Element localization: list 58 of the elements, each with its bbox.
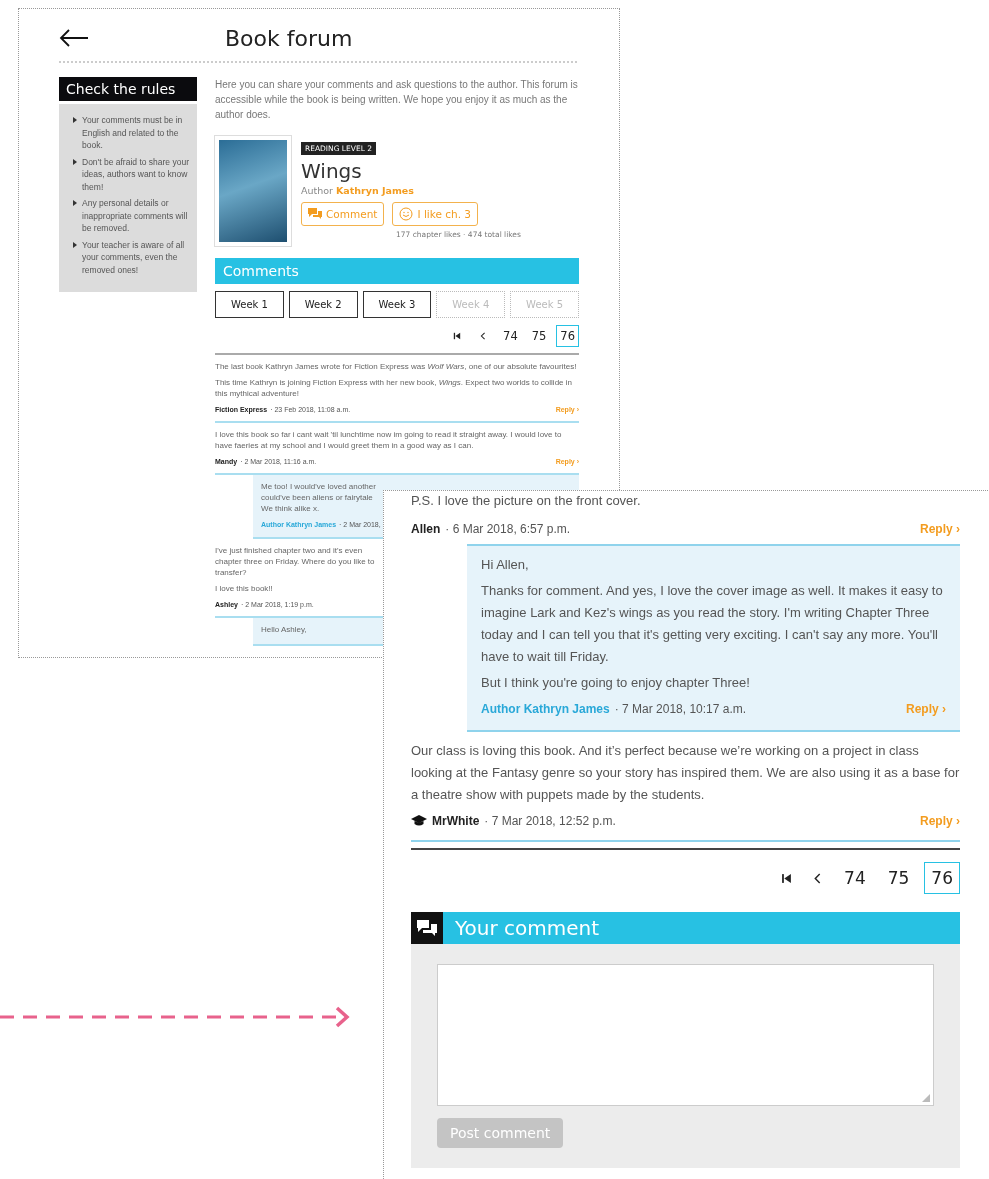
comment-text: The last book Kathryn James wrote for Fiction Express was Wolf Wars, one of our absolute favourites! — [215, 361, 577, 372]
author-link[interactable]: Kathryn James — [336, 185, 414, 196]
reply-link[interactable]: Reply › — [920, 518, 960, 540]
like-button[interactable]: I like ch. 3 — [392, 202, 478, 226]
comment-author: Allen — [411, 521, 441, 538]
previous-page-icon[interactable] — [479, 332, 488, 340]
comment-text: transfer? — [215, 567, 247, 578]
rule-text: Don't be afraid to share your ideas, authors want to know them! — [82, 155, 189, 193]
reply-link[interactable]: Reply › — [920, 810, 960, 832]
week-tab[interactable]: Week 1 — [215, 291, 284, 318]
comment-text: We think alike x. — [261, 503, 320, 514]
smiley-icon — [399, 207, 414, 221]
rule-text: Your teacher is aware of all your comments, even the removed ones! — [82, 238, 186, 276]
page-button[interactable]: 76 — [924, 862, 960, 894]
chat-icon — [411, 912, 443, 944]
comment-date: · 6 Mar 2018, 6:57 p.m. — [445, 521, 571, 538]
author-label: Author — [301, 185, 333, 196]
comment-text: Thanks for comment. And yes, I love the cover image as well. It makes it easy to imagine Lark and Kez's wings as you read the story. I'm writing Chapter Three today and I can tell you that it's getting very exciting. I can't say any more. You'll have to wait till Friday. — [481, 582, 944, 666]
comment-text: But I think you're going to enjoy chapter Three! — [481, 674, 751, 692]
page-title: Book forum — [225, 25, 353, 51]
week-tab[interactable]: Week 3 — [362, 291, 432, 318]
week-tab[interactable]: Week 2 — [288, 291, 358, 318]
comment-input-field[interactable] — [437, 964, 934, 1106]
comment-date: · 7 Mar 2018, 10:17 a.m. — [614, 701, 747, 718]
intro-text: Here you can share your comments and ask questions to the author. This forum is accessible while the book is being written. We hope you enjoy it as much as the author does. — [215, 78, 579, 122]
chat-icon — [308, 208, 322, 220]
comment-text: I love this book!! — [215, 583, 273, 594]
comment-text: I love this book so far i cant wait 'til lunchtime now im going to read it straight away. I would love to have faeries at my school and I would greet them in a good way as I can. — [215, 429, 563, 451]
book-title: Wings — [301, 159, 363, 183]
comment-author: Author Kathryn James — [481, 701, 610, 718]
comment-text: This time Kathryn is joining Fiction Express with her new book, Wings. Expect two worlds to collide in this mythical adventure! — [215, 377, 573, 399]
bullet-icon — [73, 200, 77, 206]
first-page-icon[interactable] — [453, 332, 462, 340]
resize-handle-icon[interactable] — [922, 1094, 930, 1102]
graduation-cap-icon — [411, 815, 427, 827]
comment-text: could've been aliens or fairytale — [261, 492, 373, 503]
your-comment-header: Your comment — [443, 912, 960, 944]
rule-text: Your comments must be in English and related to the book. — [82, 114, 184, 152]
comment-button[interactable]: Comment — [301, 202, 385, 226]
reply-link[interactable]: Reply › — [906, 698, 946, 720]
comment-text: I've just finished chapter two and it's even — [215, 545, 363, 556]
comment-date: · 7 Mar 2018, 12:52 p.m. — [484, 813, 616, 830]
comment-text: Our class is loving this book. And it’s perfect because we’re working on a project in class looking at the Fantasy genre so your story has inspired them. We are also using it as a base for a theatre show with puppets made by the students. — [411, 742, 960, 804]
comment-text: P.S. I love the picture on the front cover. — [411, 492, 642, 508]
back-arrow-icon[interactable] — [59, 28, 89, 48]
comment-text: chapter three on Friday. Where do you like to — [215, 556, 375, 567]
rules-title: Check the rules — [59, 77, 197, 101]
bullet-icon — [73, 158, 77, 165]
comment-text: Me too! I would've loved another — [261, 481, 376, 492]
comment-author: MrWhite — [432, 813, 480, 830]
bullet-icon — [73, 241, 77, 248]
page-button[interactable]: 76 — [556, 325, 579, 347]
comment-text: Hello Ashley, — [261, 624, 307, 635]
comment-text: Hi Allen, — [481, 556, 530, 574]
bullet-icon — [73, 117, 77, 123]
comments-header: Comments — [215, 258, 579, 284]
first-page-icon[interactable] — [781, 872, 793, 884]
rule-text: Any personal details or inappropriate comments will be removed. — [82, 197, 189, 235]
